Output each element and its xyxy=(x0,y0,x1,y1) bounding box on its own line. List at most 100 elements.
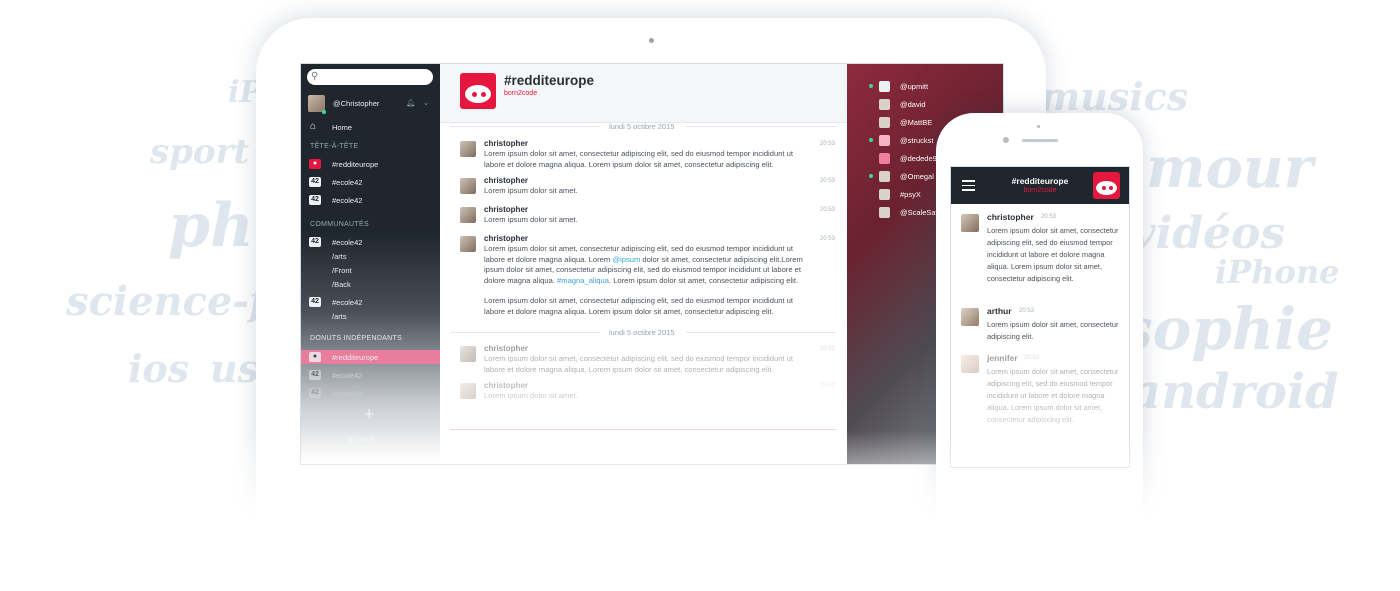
avatar xyxy=(961,355,979,373)
online-dot xyxy=(869,84,873,88)
avatar xyxy=(961,214,979,232)
avatar xyxy=(879,207,890,218)
school-42-icon: 42 xyxy=(309,177,321,187)
dm-item[interactable]: #ecole42 xyxy=(332,178,362,187)
reddit-icon: ● xyxy=(309,159,321,169)
avatar xyxy=(460,207,476,223)
chevron-down-icon[interactable]: ⌄ xyxy=(423,98,429,107)
chat-panel: #redditeurope born2code lundi 5 octibre … xyxy=(440,64,847,464)
avatar xyxy=(879,135,890,146)
section-communities: COMMUNAUTÉS xyxy=(310,221,369,228)
reddit-icon xyxy=(460,73,496,109)
divider xyxy=(686,126,836,127)
search-input[interactable]: ⚲ xyxy=(307,69,433,85)
message-author[interactable]: christopher xyxy=(484,381,528,390)
bg-word: sport xyxy=(150,132,250,172)
divider xyxy=(450,126,600,127)
message-time: 20:53 xyxy=(1024,355,1040,361)
tablet-camera xyxy=(649,38,654,43)
avatar xyxy=(460,141,476,157)
sidebar-item-home[interactable]: Home xyxy=(332,123,352,132)
message-text: Lorem ipsum dolor sit amet, consectetur … xyxy=(987,226,1119,283)
phone-screen: #redditeurope born2code christopher 20:5… xyxy=(950,166,1130,468)
bg-word: us xyxy=(210,346,260,391)
avatar xyxy=(961,308,979,326)
section-donuts: DONUTS INDÉPENDANTS xyxy=(310,335,403,342)
message-author[interactable]: christopher xyxy=(484,205,528,214)
message-author[interactable]: christopher xyxy=(484,176,528,185)
message-author[interactable]: jennifer xyxy=(987,353,1018,363)
community-sub[interactable]: /Front xyxy=(332,266,352,275)
online-dot xyxy=(322,110,326,114)
member-item[interactable]: @upmitt xyxy=(900,82,928,91)
channel-title: #redditeurope xyxy=(504,73,595,88)
member-item[interactable]: #psyX xyxy=(900,190,921,199)
phone-camera xyxy=(1003,137,1009,143)
bg-word: android xyxy=(1130,364,1339,420)
message-text: Lorem ipsum dolor sit amet, consectetur … xyxy=(484,244,814,286)
bg-word: sophie xyxy=(1120,295,1333,363)
school-42-icon: 42 xyxy=(309,370,321,380)
tablet-screen: ⚲ @Christopher 🔔︎ ⌄ ⌂ Home TÊTE-À-TÊTE ●… xyxy=(300,63,1004,465)
community-sub[interactable]: /arts xyxy=(332,312,347,321)
message-author[interactable]: arthur xyxy=(987,306,1012,316)
dm-item[interactable]: #redditeurope xyxy=(332,160,378,169)
mention-link[interactable]: @ipsum xyxy=(612,255,640,264)
message-time: 20:53 xyxy=(819,383,835,389)
member-item[interactable]: @Omegal xyxy=(900,172,934,181)
message-time: 20:53 xyxy=(819,236,835,242)
message-text: Lorem ipsum dolor sit amet, consectetur … xyxy=(987,320,1119,341)
message-text: Lorem ipsum dolor sit amet, consectetur … xyxy=(484,149,793,169)
donut-item[interactable]: #redditeurope xyxy=(332,353,378,362)
phone-speaker xyxy=(1022,139,1058,142)
school-42-icon: 42 xyxy=(309,237,321,247)
member-item[interactable]: @david xyxy=(900,100,926,109)
dm-item[interactable]: #ecole42 xyxy=(332,196,362,205)
message-time: 20:53 xyxy=(819,207,835,213)
school-42-icon: 42 xyxy=(309,195,321,205)
bg-word: vidéos xyxy=(1130,208,1286,259)
bg-word: musics xyxy=(1040,74,1189,119)
community-item[interactable]: #ecole42 xyxy=(332,238,362,247)
divider xyxy=(450,332,600,333)
user-name: @Christopher xyxy=(333,99,380,108)
divider xyxy=(686,332,836,333)
bell-icon[interactable]: 🔔︎ xyxy=(406,98,416,107)
message-author[interactable]: christopher xyxy=(987,212,1034,222)
message-author[interactable]: christopher xyxy=(484,344,528,353)
message-text-part: . Lorem ipsum dolor sit amet, consectetu… xyxy=(608,275,799,285)
message-text: Lorem ipsum dolor sit amet, consectetur … xyxy=(484,296,793,316)
avatar xyxy=(460,236,476,252)
avatar xyxy=(879,117,890,128)
message-time: 20:53 xyxy=(1041,214,1057,220)
current-user[interactable]: @Christopher 🔔︎ ⌄ xyxy=(301,92,440,116)
avatar xyxy=(879,99,890,110)
avatar xyxy=(879,153,890,164)
avatar xyxy=(879,189,890,200)
member-item[interactable]: @dedede9 xyxy=(900,154,937,163)
member-item[interactable]: @struckst xyxy=(900,136,933,145)
community-sub[interactable]: /Back xyxy=(332,280,351,289)
message-author[interactable]: christopher xyxy=(484,139,528,148)
community-sub[interactable]: /arts xyxy=(332,252,347,261)
member-item[interactable]: @ScaleSav xyxy=(900,208,939,217)
community-item[interactable]: #ecole42 xyxy=(332,298,362,307)
reddit-icon: ● xyxy=(309,352,321,362)
add-button[interactable]: + xyxy=(364,404,375,425)
avatar xyxy=(879,171,890,182)
online-dot xyxy=(869,138,873,142)
message-text: Lorem ipsum dolor sit amet. xyxy=(484,391,578,400)
donut-item[interactable]: #ecole42 xyxy=(332,371,362,380)
message-author[interactable]: christopher xyxy=(484,234,528,243)
message-time: 20:53 xyxy=(819,346,835,352)
hashtag-link[interactable]: #magna_aliqua xyxy=(557,276,609,285)
channel-subtitle: born2code xyxy=(504,90,538,97)
message-text: Lorem ipsum dolor sit amet. xyxy=(484,186,578,195)
bg-word: science-fi xyxy=(66,278,279,325)
member-item[interactable]: @MattBE xyxy=(900,118,932,127)
avatar xyxy=(460,178,476,194)
message-time: 20:53 xyxy=(819,178,835,184)
phone-header: #redditeurope born2code xyxy=(951,167,1129,204)
donut-item[interactable]: #ecole42 xyxy=(332,389,362,398)
section-dm: TÊTE-À-TÊTE xyxy=(310,143,359,150)
